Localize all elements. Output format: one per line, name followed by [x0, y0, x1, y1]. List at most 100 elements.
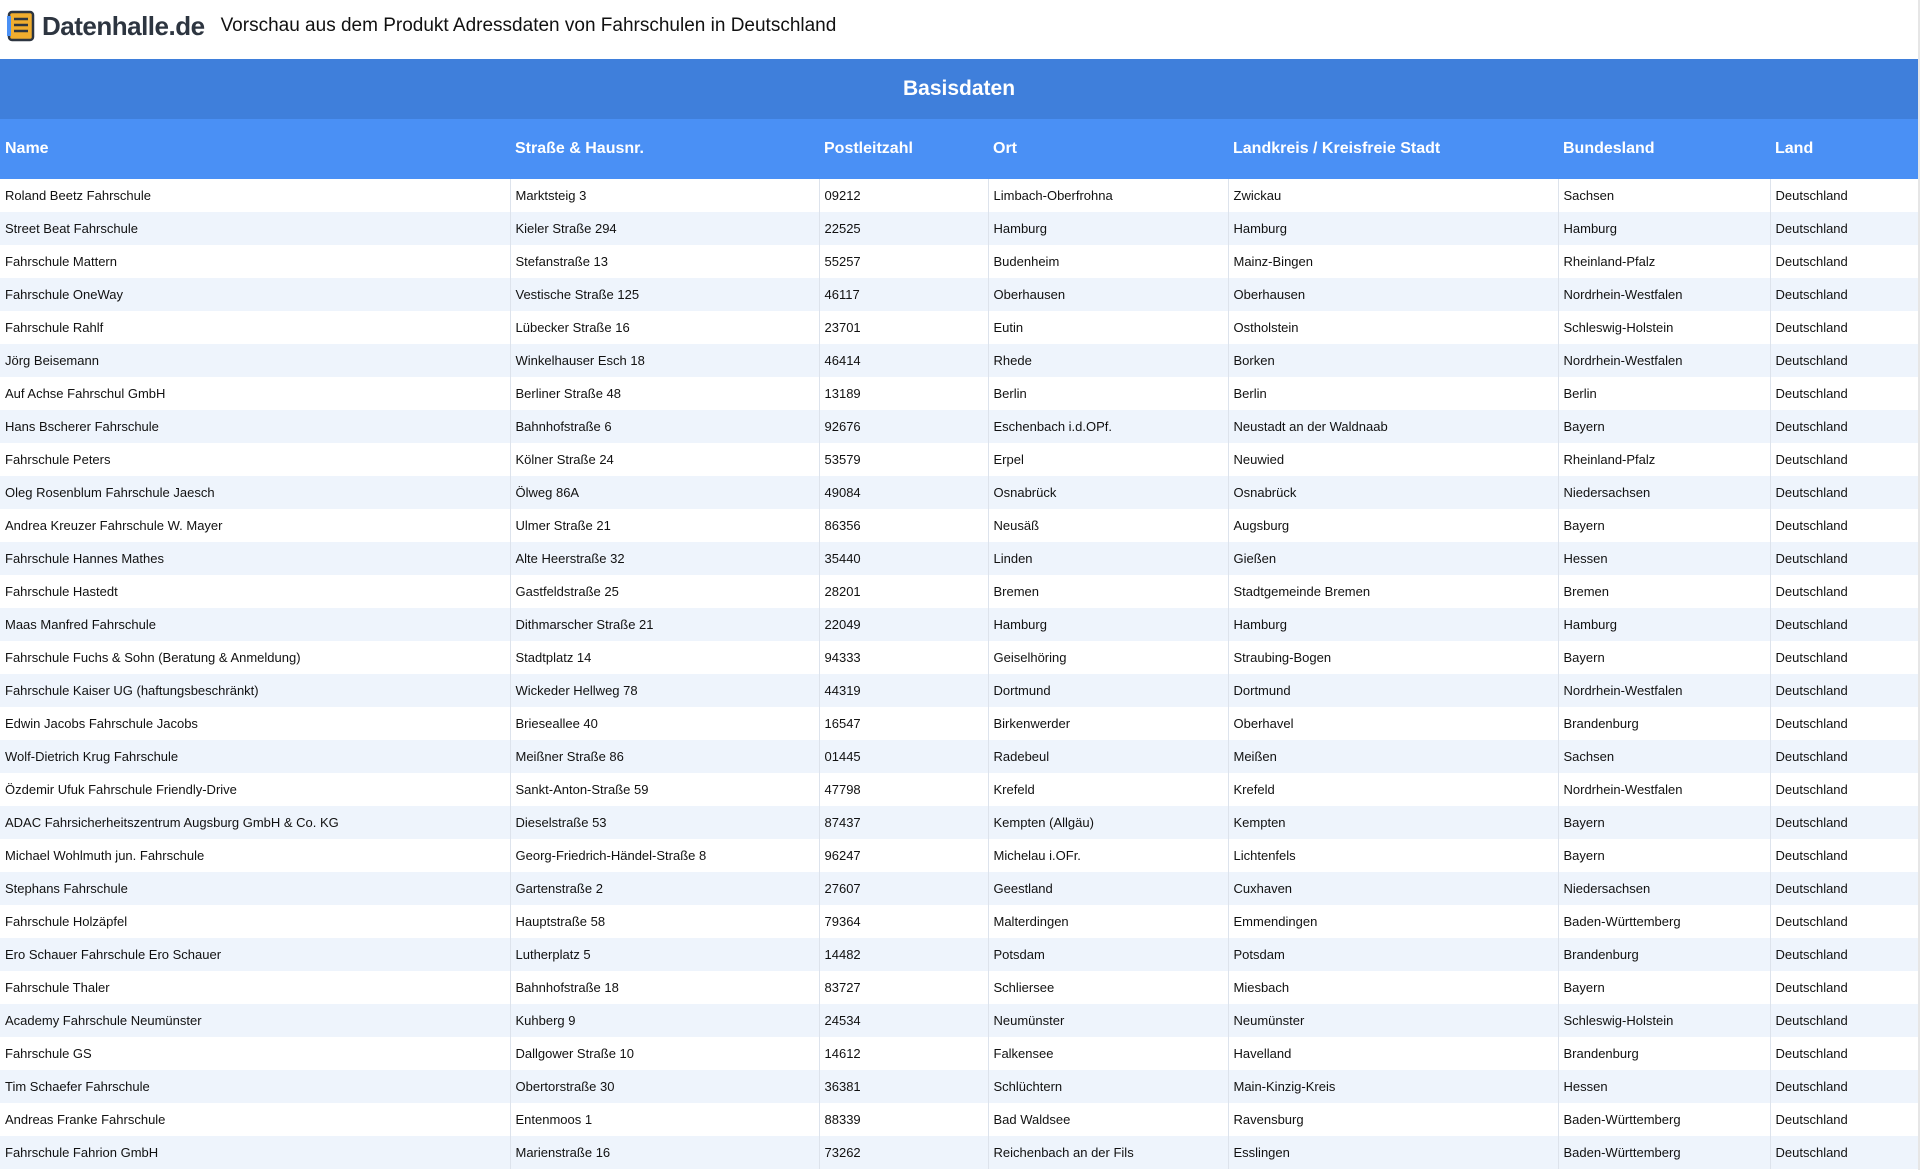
cell-city: Hamburg [988, 608, 1229, 641]
column-header-district[interactable]: Landkreis / Kreisfreie Stadt [1228, 119, 1558, 179]
table-row: Fahrschule Mattern Stefanstraße 13 55257 Bu… [0, 245, 1919, 278]
cell-district: Gießen [1228, 542, 1559, 575]
cell-street: Sankt-Anton-Straße 59 [510, 773, 820, 806]
cell-city: Reichenbach an der Fils [988, 1136, 1229, 1169]
cell-district: Dortmund [1228, 674, 1559, 707]
cell-district: Neustadt an der Waldnaab [1228, 410, 1559, 443]
cell-street: Berliner Straße 48 [510, 377, 820, 410]
cell-postcode: 01445 [819, 740, 989, 773]
cell-name: Wolf-Dietrich Krug Fahrschule [0, 740, 511, 773]
cell-district: Krefeld [1228, 773, 1559, 806]
table-row: Fahrschule Peters Kölner Straße 24 53579 Er… [0, 443, 1919, 476]
cell-name: Andreas Franke Fahrschule [0, 1103, 511, 1136]
cell-country: Deutschland [1770, 1037, 1919, 1070]
cell-state: Berlin [1558, 377, 1771, 410]
cell-state: Hessen [1558, 542, 1771, 575]
cell-street: Wickeder Hellweg 78 [510, 674, 820, 707]
cell-state: Nordrhein-Westfalen [1558, 344, 1771, 377]
cell-state: Bayern [1558, 509, 1771, 542]
cell-district: Main-Kinzig-Kreis [1228, 1070, 1559, 1103]
table-body: Roland Beetz Fahrschule Marktsteig 3 09212… [0, 179, 1919, 1169]
cell-street: Vestische Straße 125 [510, 278, 820, 311]
cell-city: Neumünster [988, 1004, 1229, 1037]
cell-state: Niedersachsen [1558, 872, 1771, 905]
cell-postcode: 83727 [819, 971, 989, 1004]
cell-postcode: 28201 [819, 575, 989, 608]
cell-name: Auf Achse Fahrschul GmbH [0, 377, 511, 410]
cell-street: Kölner Straße 24 [510, 443, 820, 476]
cell-street: Bahnhofstraße 18 [510, 971, 820, 1004]
cell-country: Deutschland [1770, 542, 1919, 575]
table-row: Özdemir Ufuk Fahrschule Friendly-Drive Sa… [0, 773, 1919, 806]
cell-street: Entenmoos 1 [510, 1103, 820, 1136]
cell-city: Bad Waldsee [988, 1103, 1229, 1136]
cell-name: Tim Schaefer Fahrschule [0, 1070, 511, 1103]
cell-city: Malterdingen [988, 905, 1229, 938]
cell-postcode: 92676 [819, 410, 989, 443]
column-header-name[interactable]: Name [0, 119, 510, 179]
logo[interactable]: Datenhalle.de [6, 9, 205, 43]
cell-state: Hamburg [1558, 212, 1771, 245]
table-row: Michael Wohlmuth jun. Fahrschule Georg-Fr… [0, 839, 1919, 872]
table-row: Edwin Jacobs Fahrschule Jacobs Briesealle… [0, 707, 1919, 740]
table-row: Fahrschule Fuchs & Sohn (Beratung & Anme… [0, 641, 1919, 674]
table-row: Jörg Beisemann Winkelhauser Esch 18 46414 R… [0, 344, 1919, 377]
column-header-city[interactable]: Ort [988, 119, 1228, 179]
table-row: Auf Achse Fahrschul GmbH Berliner Straße … [0, 377, 1919, 410]
cell-state: Schleswig-Holstein [1558, 1004, 1771, 1037]
cell-city: Krefeld [988, 773, 1229, 806]
table-row: Fahrschule Kaiser UG (haftungsbeschränkt… [0, 674, 1919, 707]
table-row: Roland Beetz Fahrschule Marktsteig 3 09212… [0, 179, 1919, 212]
cell-country: Deutschland [1770, 344, 1919, 377]
column-header-postcode[interactable]: Postleitzahl [819, 119, 988, 179]
table-row: Fahrschule Rahlf Lübecker Straße 16 23701 E… [0, 311, 1919, 344]
cell-postcode: 53579 [819, 443, 989, 476]
column-header-street[interactable]: Straße & Hausnr. [510, 119, 819, 179]
table-row: Andrea Kreuzer Fahrschule W. Mayer Ulmer … [0, 509, 1919, 542]
column-header-country[interactable]: Land [1770, 119, 1919, 179]
cell-postcode: 46414 [819, 344, 989, 377]
cell-state: Niedersachsen [1558, 476, 1771, 509]
cell-district: Kempten [1228, 806, 1559, 839]
cell-street: Ulmer Straße 21 [510, 509, 820, 542]
cell-name: Oleg Rosenblum Fahrschule Jaesch [0, 476, 511, 509]
cell-city: Schlüchtern [988, 1070, 1229, 1103]
cell-state: Baden-Württemberg [1558, 1136, 1771, 1169]
cell-name: ADAC Fahrsicherheitszentrum Augsburg Gmb… [0, 806, 511, 839]
cell-postcode: 22049 [819, 608, 989, 641]
table-row: Oleg Rosenblum Fahrschule Jaesch Ölweg 86… [0, 476, 1919, 509]
logo-text: Datenhalle.de [42, 10, 205, 41]
cell-street: Brieseallee 40 [510, 707, 820, 740]
cell-district: Esslingen [1228, 1136, 1559, 1169]
cell-postcode: 87437 [819, 806, 989, 839]
cell-state: Bayern [1558, 410, 1771, 443]
group-header: Basisdaten [0, 59, 1919, 119]
cell-city: Neusäß [988, 509, 1229, 542]
cell-postcode: 13189 [819, 377, 989, 410]
cell-name: Fahrschule Hastedt [0, 575, 511, 608]
cell-state: Bayern [1558, 641, 1771, 674]
table-row: Hans Bscherer Fahrschule Bahnhofstraße 69… [0, 410, 1919, 443]
cell-district: Ostholstein [1228, 311, 1559, 344]
cell-postcode: 35440 [819, 542, 989, 575]
cell-postcode: 96247 [819, 839, 989, 872]
cell-street: Bahnhofstraße 6 [510, 410, 820, 443]
cell-state: Rheinland-Pfalz [1558, 245, 1771, 278]
table-row: Andreas Franke Fahrschule Entenmoos 1 8833… [0, 1103, 1919, 1136]
table-row: Maas Manfred Fahrschule Dithmarscher Stra… [0, 608, 1919, 641]
table-row: Wolf-Dietrich Krug Fahrschule Meißner Str… [0, 740, 1919, 773]
cell-name: Roland Beetz Fahrschule [0, 179, 511, 212]
cell-country: Deutschland [1770, 311, 1919, 344]
cell-postcode: 36381 [819, 1070, 989, 1103]
cell-country: Deutschland [1770, 608, 1919, 641]
cell-postcode: 27607 [819, 872, 989, 905]
cell-state: Bayern [1558, 806, 1771, 839]
column-header-state[interactable]: Bundesland [1558, 119, 1770, 179]
cell-street: Georg-Friedrich-Händel-Straße 8 [510, 839, 820, 872]
cell-state: Brandenburg [1558, 938, 1771, 971]
cell-country: Deutschland [1770, 1136, 1919, 1169]
cell-city: Eutin [988, 311, 1229, 344]
cell-city: Hamburg [988, 212, 1229, 245]
cell-district: Havelland [1228, 1037, 1559, 1070]
cell-state: Hamburg [1558, 608, 1771, 641]
